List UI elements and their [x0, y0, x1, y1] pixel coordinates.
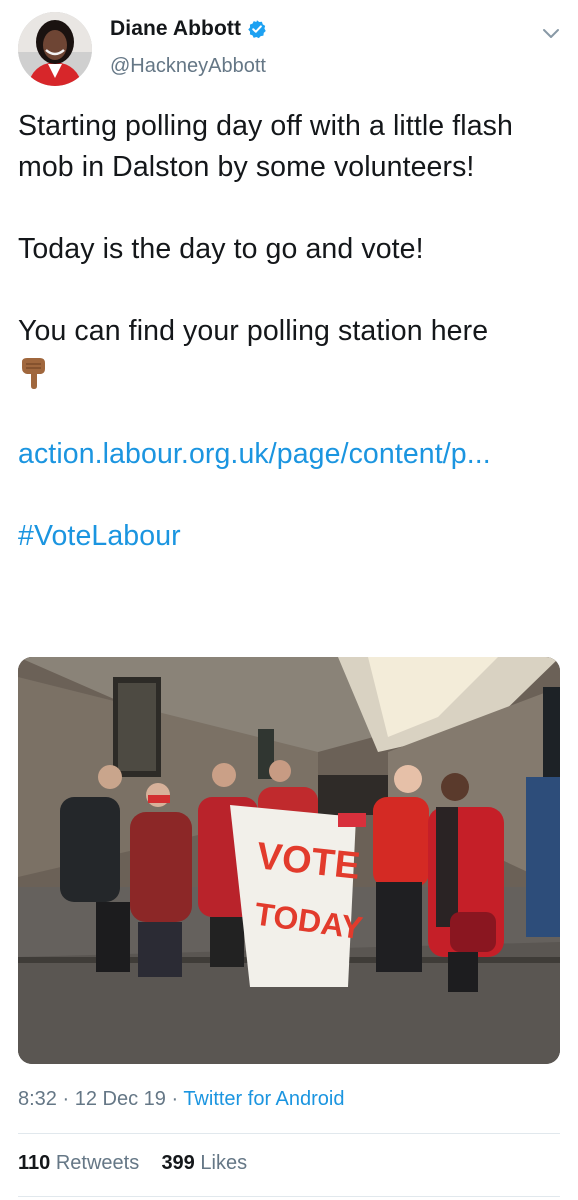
- polling-station-link[interactable]: action.labour.org.uk/page/content/p...: [18, 438, 491, 470]
- divider-top: [18, 1133, 560, 1134]
- tweet-meta: 8:32 · 12 Dec 19 · Twitter for Android: [18, 1088, 345, 1111]
- tweet-photo[interactable]: VOTE TODAY: [18, 657, 560, 1064]
- tweet-line-polling: You can find your polling station here: [18, 311, 566, 393]
- user-handle[interactable]: @HackneyAbbott: [110, 55, 266, 78]
- likes-stat[interactable]: 399 Likes: [161, 1152, 247, 1174]
- tweet-stats: 110 Retweets 399 Likes: [18, 1152, 247, 1175]
- name-row: Diane Abbott: [110, 17, 267, 41]
- likes-label: Likes: [200, 1152, 248, 1174]
- tweet-line-vote: Today is the day to go and vote!: [18, 233, 424, 265]
- chevron-down-icon[interactable]: [540, 22, 562, 44]
- tweet-line-intro: Starting polling day off with a little f…: [18, 110, 513, 183]
- retweets-label: Retweets: [55, 1152, 140, 1174]
- likes-count: 399: [161, 1152, 195, 1174]
- display-name[interactable]: Diane Abbott: [110, 17, 241, 41]
- verified-badge-icon: [248, 20, 266, 39]
- meta-separator: ·: [56, 1088, 75, 1110]
- pointing-down-hand-icon: [22, 358, 45, 389]
- tweet-time: 8:32: [18, 1088, 57, 1110]
- retweets-stat[interactable]: 110 Retweets: [18, 1152, 139, 1174]
- tweet-date: 12 Dec 19: [74, 1088, 166, 1110]
- tweet-line-polling-text: You can find your polling station here: [18, 315, 489, 347]
- hashtag-link[interactable]: #VoteLabour: [18, 520, 181, 552]
- retweets-count: 110: [18, 1152, 51, 1174]
- tweet-text: Starting polling day off with a little f…: [18, 106, 566, 557]
- meta-separator-2: ·: [165, 1088, 184, 1110]
- avatar[interactable]: [18, 12, 92, 86]
- tweet-header: Diane Abbott @HackneyAbbott: [0, 0, 578, 100]
- tweet-source-link[interactable]: Twitter for Android: [183, 1088, 344, 1110]
- divider-bottom: [18, 1196, 560, 1197]
